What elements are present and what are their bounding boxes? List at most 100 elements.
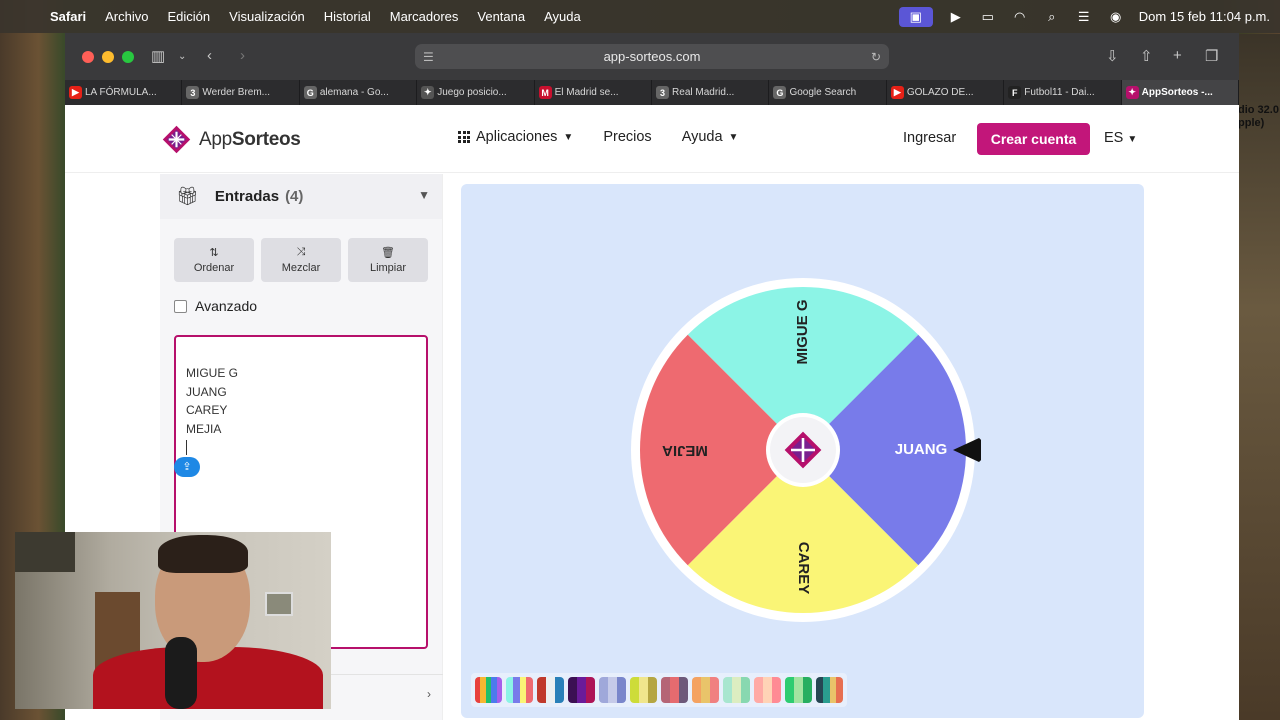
- palette-swatch[interactable]: [537, 677, 564, 703]
- browser-tab[interactable]: G Google Search: [769, 80, 887, 105]
- control-center-icon[interactable]: ☰: [1075, 9, 1093, 24]
- wheel-segment-label: MEJIA: [662, 442, 708, 459]
- tab-favicon-icon: 3: [186, 86, 200, 99]
- spin-wheel[interactable]: MIGUE G JUANG CAREY MEJIA: [631, 278, 981, 628]
- tab-label: Google Search: [789, 87, 857, 98]
- page-menu-icon[interactable]: ☰: [423, 50, 434, 64]
- wheel-segment-label: CAREY: [795, 542, 812, 595]
- nav-help-menu[interactable]: Ayuda ▼: [682, 129, 739, 145]
- apple-icon[interactable]: [18, 9, 34, 25]
- tab-favicon-icon: ✦: [421, 86, 435, 99]
- palette-swatch[interactable]: [816, 677, 843, 703]
- clear-label: Limpiar: [369, 262, 407, 274]
- palette-swatch[interactable]: [568, 677, 595, 703]
- login-link[interactable]: Ingresar: [903, 130, 956, 146]
- chevron-down-icon: ▼: [1127, 134, 1138, 145]
- tab-favicon-icon: F: [1008, 86, 1022, 99]
- tab-label: Juego posicio...: [437, 87, 507, 98]
- address-bar[interactable]: ☰ app-sorteos.com ↻: [415, 44, 889, 69]
- nav-apps-menu[interactable]: Aplicaciones ▼: [458, 129, 573, 145]
- download-icon[interactable]: ⇩: [1106, 47, 1119, 65]
- entry-line: MIGUE G: [186, 366, 239, 380]
- zoom-window-button[interactable]: [122, 50, 134, 63]
- logo-text-app: App: [199, 128, 232, 150]
- advanced-checkbox[interactable]: [174, 299, 187, 313]
- wheel-segment-label: JUANG: [895, 441, 948, 458]
- tab-overview-icon[interactable]: ❐: [1205, 47, 1218, 65]
- tab-favicon-icon: ✦: [1125, 86, 1139, 99]
- browser-toolbar: ▥ ⌄ ‹ › ☰ app-sorteos.com ↻ ⇩ ⇧ + ❐: [65, 33, 1239, 80]
- browser-tab[interactable]: ✦ AppSorteos -...: [1121, 80, 1239, 105]
- tab-favicon-icon: ▶: [69, 86, 82, 99]
- palette-swatch[interactable]: [785, 677, 812, 703]
- chevron-down-icon[interactable]: ⌄: [178, 51, 186, 62]
- palette-swatch[interactable]: [692, 677, 719, 703]
- menu-item[interactable]: Ventana: [477, 9, 525, 24]
- tab-favicon-icon: G: [773, 86, 787, 99]
- browser-tab[interactable]: ▶ LA FÓRMULA...: [65, 80, 183, 105]
- signup-button[interactable]: Crear cuenta: [977, 123, 1090, 155]
- entries-title: Entradas: [214, 188, 280, 205]
- chevron-down-icon[interactable]: ▼: [418, 188, 430, 202]
- menu-item[interactable]: Visualización: [229, 9, 305, 24]
- play-icon[interactable]: ▶: [947, 9, 965, 24]
- browser-tab[interactable]: Galemana - Go...: [300, 80, 418, 105]
- wifi-icon[interactable]: ◠: [1011, 9, 1029, 24]
- shuffle-button[interactable]: ⤨ Mezclar: [261, 238, 341, 282]
- browser-tab[interactable]: 3 Real Madrid...: [652, 80, 770, 105]
- clear-button[interactable]: 🗑︎ Limpiar: [348, 238, 428, 282]
- minimize-window-button[interactable]: [102, 50, 114, 63]
- menu-app-name[interactable]: Safari: [50, 9, 86, 24]
- menu-item[interactable]: Marcadores: [390, 9, 459, 24]
- tab-bar: ▶ LA FÓRMULA... 3 Werder Brem... Galemana - …: [65, 80, 1239, 105]
- browser-tab[interactable]: ✦ Juego posicio...: [417, 80, 535, 105]
- menubar-clock[interactable]: Dom 15 feb 11:04 p.m.: [1139, 9, 1270, 24]
- menu-item[interactable]: Historial: [324, 9, 371, 24]
- palette-swatch[interactable]: [506, 677, 533, 703]
- browser-tab[interactable]: 3 Werder Brem...: [182, 80, 300, 105]
- chevron-right-icon: ›: [427, 687, 431, 701]
- language-selector[interactable]: ES ▼: [1104, 130, 1137, 146]
- entries-header[interactable]: 🎁︎ Entradas (4) ▼: [160, 174, 442, 219]
- sidebar-icon[interactable]: ▥: [151, 47, 165, 65]
- reload-icon[interactable]: ↻: [871, 50, 881, 64]
- nav-prices-link[interactable]: Precios: [603, 129, 651, 145]
- advanced-option[interactable]: Avanzado: [174, 298, 257, 314]
- palette-swatch[interactable]: [475, 677, 502, 703]
- entries-count: (4): [285, 188, 304, 205]
- battery-icon[interactable]: ▭: [979, 9, 997, 24]
- tab-label: El Madrid se...: [554, 87, 619, 98]
- side-text: dio 32.0: [1238, 104, 1279, 116]
- site-logo[interactable]: AppSorteos: [160, 123, 301, 156]
- browser-tab[interactable]: ▶ GOLAZO DE...: [887, 80, 1005, 105]
- shuffle-icon: ⤨: [296, 246, 306, 258]
- wheel-stage: MIGUE G JUANG CAREY MEJIA: [461, 184, 1144, 718]
- browser-tab[interactable]: F Futbol11 - Dai...: [1004, 80, 1122, 105]
- macos-menubar: Safari Archivo Edición Visualización His…: [0, 0, 1280, 33]
- browser-tab[interactable]: M El Madrid se...: [535, 80, 653, 105]
- menu-item[interactable]: Edición: [168, 9, 211, 24]
- entry-line: JUANG: [186, 384, 227, 399]
- close-window-button[interactable]: [82, 50, 94, 63]
- forward-icon[interactable]: ›: [240, 47, 245, 64]
- screen-share-icon[interactable]: ▣: [898, 6, 933, 27]
- search-icon[interactable]: ⌕: [1043, 9, 1061, 24]
- palette-swatch[interactable]: [754, 677, 781, 703]
- menu-item[interactable]: Ayuda: [544, 9, 581, 24]
- tab-label: Real Madrid...: [672, 87, 735, 98]
- trash-icon: 🗑︎: [381, 247, 395, 259]
- tab-label: Futbol11 - Dai...: [1024, 87, 1095, 98]
- share-icon[interactable]: ⇧: [1140, 47, 1153, 65]
- siri-icon[interactable]: ◉: [1107, 9, 1125, 24]
- tab-favicon-icon: G: [303, 86, 317, 99]
- sort-button[interactable]: ⇅ Ordenar: [174, 238, 254, 282]
- palette-swatch[interactable]: [723, 677, 750, 703]
- back-icon[interactable]: ‹: [207, 47, 212, 64]
- side-text: pple): [1238, 117, 1265, 129]
- new-tab-icon[interactable]: +: [1173, 47, 1182, 64]
- palette-swatch[interactable]: [661, 677, 688, 703]
- url-text: app-sorteos.com: [603, 49, 701, 64]
- menu-item[interactable]: Archivo: [105, 9, 148, 24]
- palette-swatch[interactable]: [630, 677, 657, 703]
- palette-swatch[interactable]: [599, 677, 626, 703]
